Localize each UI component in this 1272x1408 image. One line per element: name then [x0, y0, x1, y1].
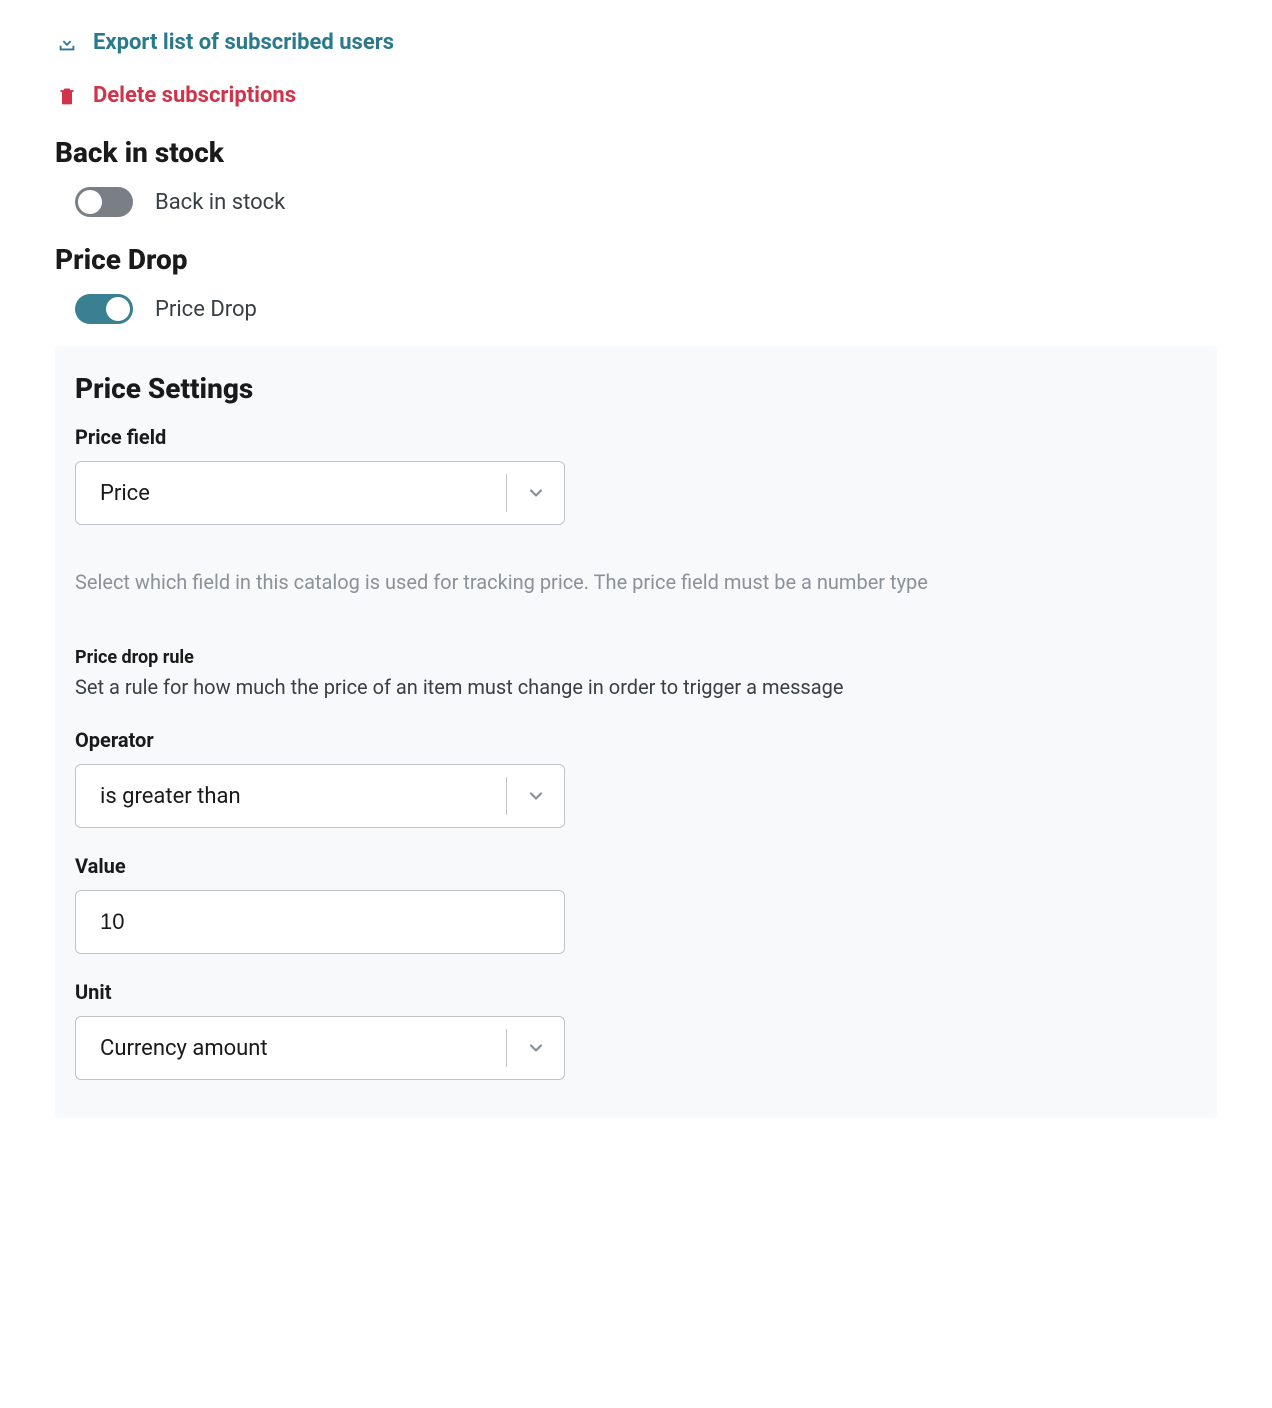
delete-subscriptions-link[interactable]: Delete subscriptions — [55, 83, 1217, 108]
operator-value: is greater than — [100, 784, 506, 809]
price-drop-toggle-label: Price Drop — [155, 297, 257, 322]
price-field-help: Select which field in this catalog is us… — [75, 567, 1197, 597]
value-input-wrap — [75, 890, 565, 954]
price-settings-heading: Price Settings — [75, 372, 1197, 405]
price-field-select[interactable]: Price — [75, 461, 565, 525]
price-drop-toggle-row: Price Drop — [55, 290, 1217, 332]
back-in-stock-toggle-row: Back in stock — [55, 183, 1217, 225]
export-users-link[interactable]: Export list of subscribed users — [55, 30, 1217, 55]
operator-select[interactable]: is greater than — [75, 764, 565, 828]
download-icon — [55, 31, 79, 55]
price-field-label: Price field — [75, 425, 1197, 449]
price-drop-rule-description: Set a rule for how much the price of an … — [75, 672, 1197, 702]
back-in-stock-toggle-label: Back in stock — [155, 190, 285, 215]
price-field-row: Price field Price Select which field in … — [75, 425, 1197, 597]
export-users-label: Export list of subscribed users — [93, 30, 394, 55]
delete-subscriptions-label: Delete subscriptions — [93, 83, 296, 108]
value-label: Value — [75, 854, 1197, 878]
unit-select[interactable]: Currency amount — [75, 1016, 565, 1080]
chevron-down-icon — [506, 777, 564, 815]
price-drop-rule-label: Price drop rule — [75, 647, 1197, 668]
price-settings-panel: Price Settings Price field Price Select … — [55, 346, 1217, 1118]
unit-row: Unit Currency amount — [75, 980, 1197, 1080]
value-row: Value — [75, 854, 1197, 954]
chevron-down-icon — [506, 474, 564, 512]
unit-value: Currency amount — [100, 1036, 506, 1061]
back-in-stock-heading: Back in stock — [55, 136, 1217, 169]
operator-row: Operator is greater than — [75, 728, 1197, 828]
value-input[interactable] — [76, 891, 564, 953]
operator-label: Operator — [75, 728, 1197, 752]
unit-label: Unit — [75, 980, 1197, 1004]
trash-icon — [55, 84, 79, 108]
chevron-down-icon — [506, 1029, 564, 1067]
price-drop-heading: Price Drop — [55, 243, 1217, 276]
price-field-value: Price — [100, 481, 506, 506]
back-in-stock-toggle[interactable] — [75, 187, 133, 217]
price-drop-toggle[interactable] — [75, 294, 133, 324]
